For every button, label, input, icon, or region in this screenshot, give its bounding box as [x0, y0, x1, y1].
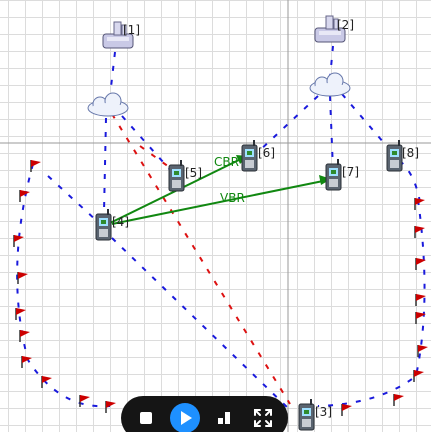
flag-icon — [30, 160, 41, 172]
flow-vbr-label: VBR — [220, 191, 245, 205]
flag-icon — [105, 401, 116, 413]
link-router1-cloud1 — [109, 51, 116, 97]
flag-icon — [15, 308, 26, 320]
cloud-icon-1 — [87, 92, 129, 117]
fullscreen-button[interactable] — [248, 403, 278, 432]
playback-controls — [121, 396, 288, 432]
flag-icon — [341, 404, 352, 416]
flag-icon — [13, 235, 24, 247]
flag-icon — [415, 258, 426, 270]
stop-icon — [140, 412, 153, 424]
mobile-phone-icon[interactable] — [168, 160, 185, 192]
blue-links — [16, 45, 426, 411]
flag-icon — [414, 198, 425, 210]
mobile-node-label: [8] — [402, 146, 419, 160]
fullscreen-icon — [253, 409, 272, 427]
mobile-node-label: [5] — [185, 166, 202, 180]
link-cloud2-node8 — [341, 93, 391, 151]
stop-button[interactable] — [131, 403, 161, 432]
router-label-2: [2] — [337, 18, 354, 32]
mobile-phone-icon[interactable] — [298, 399, 315, 431]
mobile-phone-icon[interactable] — [241, 140, 258, 172]
signal-button[interactable] — [209, 403, 239, 432]
flag-icon — [413, 370, 424, 382]
flag-icon — [415, 312, 426, 324]
flag-icon — [41, 376, 52, 388]
traffic-flows: CBR VBR — [107, 155, 331, 225]
play-icon — [181, 411, 193, 425]
router-label-1: [1] — [123, 23, 140, 37]
network-canvas[interactable]: CBR VBR [1] [2] [3] [4] [5] [6] [7] [8] — [0, 0, 431, 432]
flag-icon — [19, 330, 30, 342]
link-node4-node3 — [111, 237, 291, 411]
flag-icon — [393, 394, 404, 406]
link-cloud2-node7 — [329, 95, 334, 171]
mobile-phone-icon[interactable] — [386, 140, 403, 172]
network-diagram: CBR VBR [1] [2] [3][4][5][6][7][8] — [0, 0, 431, 432]
play-button[interactable] — [170, 403, 201, 432]
mobile-nodes: [3] [4] [5] [6] [7] [8] — [95, 140, 419, 431]
cloud-icon-2 — [309, 72, 351, 97]
link-flag-node4 — [47, 175, 99, 223]
mobile-node-label: [6] — [258, 146, 275, 160]
signal-icon — [217, 412, 230, 424]
flag-icon — [21, 356, 32, 368]
flag-icon — [414, 226, 425, 238]
mobile-phone-icon[interactable] — [325, 159, 342, 191]
path-right-flags — [317, 199, 426, 407]
mobile-node-label: [7] — [342, 165, 359, 179]
flag-icon — [17, 272, 28, 284]
link-cloud1-node4 — [103, 117, 107, 213]
mobile-node-label: [3] — [315, 405, 332, 419]
flag-icon — [79, 395, 90, 407]
mobile-node-label: [4] — [112, 215, 129, 229]
path-left-flags — [16, 163, 111, 408]
flow-cbr-label: CBR — [214, 155, 239, 169]
mobile-phone-icon[interactable] — [95, 209, 112, 241]
